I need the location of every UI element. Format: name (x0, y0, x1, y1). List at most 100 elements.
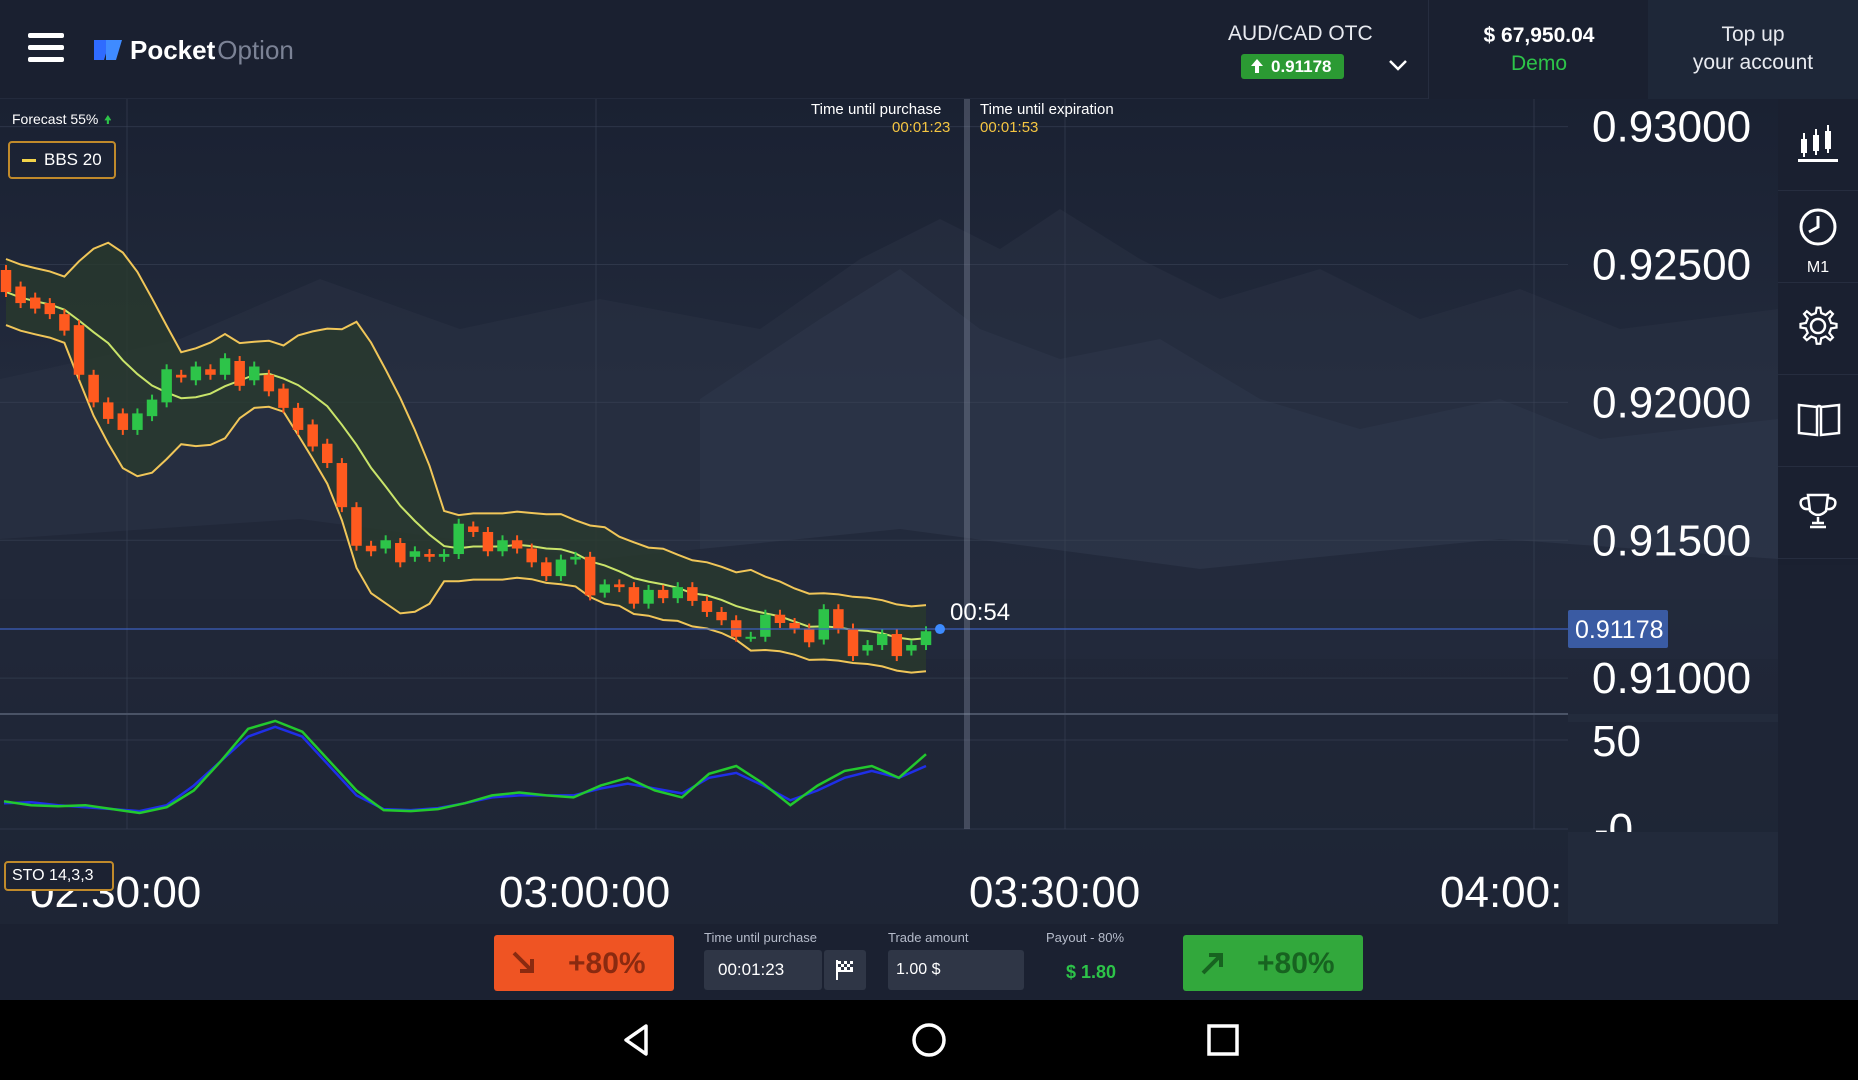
logo-mark-icon (94, 40, 122, 60)
time-field-label: Time until purchase (704, 930, 817, 945)
candle-body (511, 540, 523, 549)
top-up-button[interactable]: Top up your account (1648, 0, 1858, 99)
indicator-chip-sto[interactable]: STO 14,3,3 (4, 861, 114, 891)
candle-body (263, 374, 275, 392)
candle-body (351, 507, 362, 546)
sto-d-line (3, 725, 927, 813)
candle-body (570, 556, 581, 560)
candle-body (614, 584, 625, 588)
buy-button[interactable]: +80% (1183, 935, 1363, 991)
candle-body (760, 614, 771, 637)
payout-value: $ 1.80 (1065, 962, 1117, 982)
current-price-dot (935, 624, 945, 635)
candle-body (716, 611, 727, 621)
candle-body (818, 609, 830, 640)
price-chart[interactable]: 00:54 0.93000 0.92500 0.92000 0.91500 0.91000… (0, 99, 1778, 924)
candle-body (0, 269, 12, 293)
y-axis-tick-label: 0.93000 (1592, 103, 1751, 152)
y-axis-tick-label: 0.92500 (1592, 240, 1751, 289)
candle-body (146, 399, 158, 417)
x-axis-tick-label: 03:00:00 (499, 868, 670, 917)
asset-selector[interactable]: AUD/CAD OTC 0.91178 (1210, 20, 1430, 84)
candle-body (29, 297, 41, 309)
y-axis-tick-label: 0.91000 (1592, 654, 1751, 703)
tournaments-button[interactable] (1778, 467, 1858, 559)
candle-body (234, 360, 245, 386)
candle-body (803, 628, 815, 643)
candle-body (88, 374, 99, 403)
arrow-down-right-icon (512, 951, 534, 973)
indicator-chip-bbs[interactable]: BBS 20 (8, 141, 116, 179)
bollinger-band-fill (6, 242, 926, 673)
candle-body (322, 443, 333, 464)
forecast-text: Forecast 55% (12, 111, 99, 127)
top-up-label-line1: Top up (1721, 23, 1785, 46)
candle-body (555, 559, 567, 577)
arrow-up-icon (1251, 59, 1263, 73)
trade-amount-input[interactable]: 1.00 $ (888, 950, 1024, 990)
candle-body (891, 634, 903, 657)
candle-body (497, 540, 508, 552)
candle-body (628, 587, 640, 604)
candle-body (876, 634, 888, 646)
candle-body (161, 369, 172, 403)
candle-body (672, 587, 684, 599)
home-icon[interactable] (909, 1020, 949, 1060)
time-input[interactable]: 00:01:23 (704, 950, 822, 990)
recents-icon[interactable] (1203, 1020, 1243, 1060)
logo-text-secondary: Option (217, 34, 294, 65)
candle-body (132, 413, 143, 430)
trade-panel: +80% Time until purchase 00:01:23 Trade … (0, 924, 1858, 1000)
time-until-expiration-label: Time until expiration (980, 101, 1114, 118)
candle-body (424, 554, 435, 557)
forecast-indicator: Forecast 55% (12, 111, 112, 127)
candle-body (59, 314, 70, 331)
chart-type-button[interactable] (1778, 99, 1858, 191)
candle-body (219, 358, 231, 375)
back-icon[interactable] (616, 1020, 656, 1060)
candle-body (453, 523, 464, 555)
candle-body (15, 286, 26, 304)
x-axis-tick-label: 04:00: (1440, 868, 1562, 917)
candle-body (643, 589, 654, 604)
amount-field-label: Trade amount (888, 930, 969, 945)
top-up-label-line2: your account (1692, 51, 1814, 74)
app-root: Pocket Option AUD/CAD OTC 0.91178 $ 67,9… (0, 0, 1858, 1080)
candle-body (482, 531, 494, 552)
asset-price-badge: 0.91178 (1241, 54, 1344, 79)
candle-body (205, 369, 216, 375)
gear-icon (1799, 306, 1838, 345)
sell-button[interactable]: +80% (494, 935, 674, 991)
time-until-purchase-label: Time until purchase (811, 101, 942, 118)
candle-body (248, 366, 260, 381)
trophy-icon (1799, 493, 1837, 529)
logo: Pocket Option (92, 34, 294, 66)
candle-body (920, 631, 932, 646)
candle-body (468, 526, 479, 532)
hamburger-menu-icon[interactable] (28, 33, 64, 65)
timeframe-label: M1 (1806, 259, 1830, 276)
chart-area[interactable]: 00:54 0.93000 0.92500 0.92000 0.91500 0.91000… (0, 99, 1778, 924)
candle-body (438, 554, 450, 557)
arrow-up-icon (104, 115, 112, 124)
candle-body (175, 374, 187, 378)
balance-amount: $ 67,950.04 (1483, 24, 1595, 47)
time-until-purchase-value: 00:01:23 (892, 119, 951, 136)
y-axis-tick-label: 0.92000 (1592, 378, 1751, 427)
axis-clip-mask-sto (1568, 832, 1778, 924)
expiration-mode-button[interactable] (824, 950, 866, 990)
chart-type-icon (1798, 125, 1838, 162)
candle-body (365, 545, 377, 552)
clock-icon (1799, 208, 1837, 246)
tutorials-button[interactable] (1778, 375, 1858, 467)
chevron-down-icon[interactable] (1387, 56, 1409, 74)
right-toolbar: M1 (1778, 99, 1858, 565)
candle-body (541, 562, 552, 577)
candle-body (409, 551, 421, 557)
candle-body (526, 548, 537, 563)
candle-body (190, 366, 202, 381)
balance-display[interactable]: $ 67,950.04 Demo (1428, 0, 1648, 99)
payout-label: Payout - 80% (1046, 930, 1125, 945)
settings-button[interactable] (1778, 283, 1858, 375)
candle-body (774, 614, 786, 623)
